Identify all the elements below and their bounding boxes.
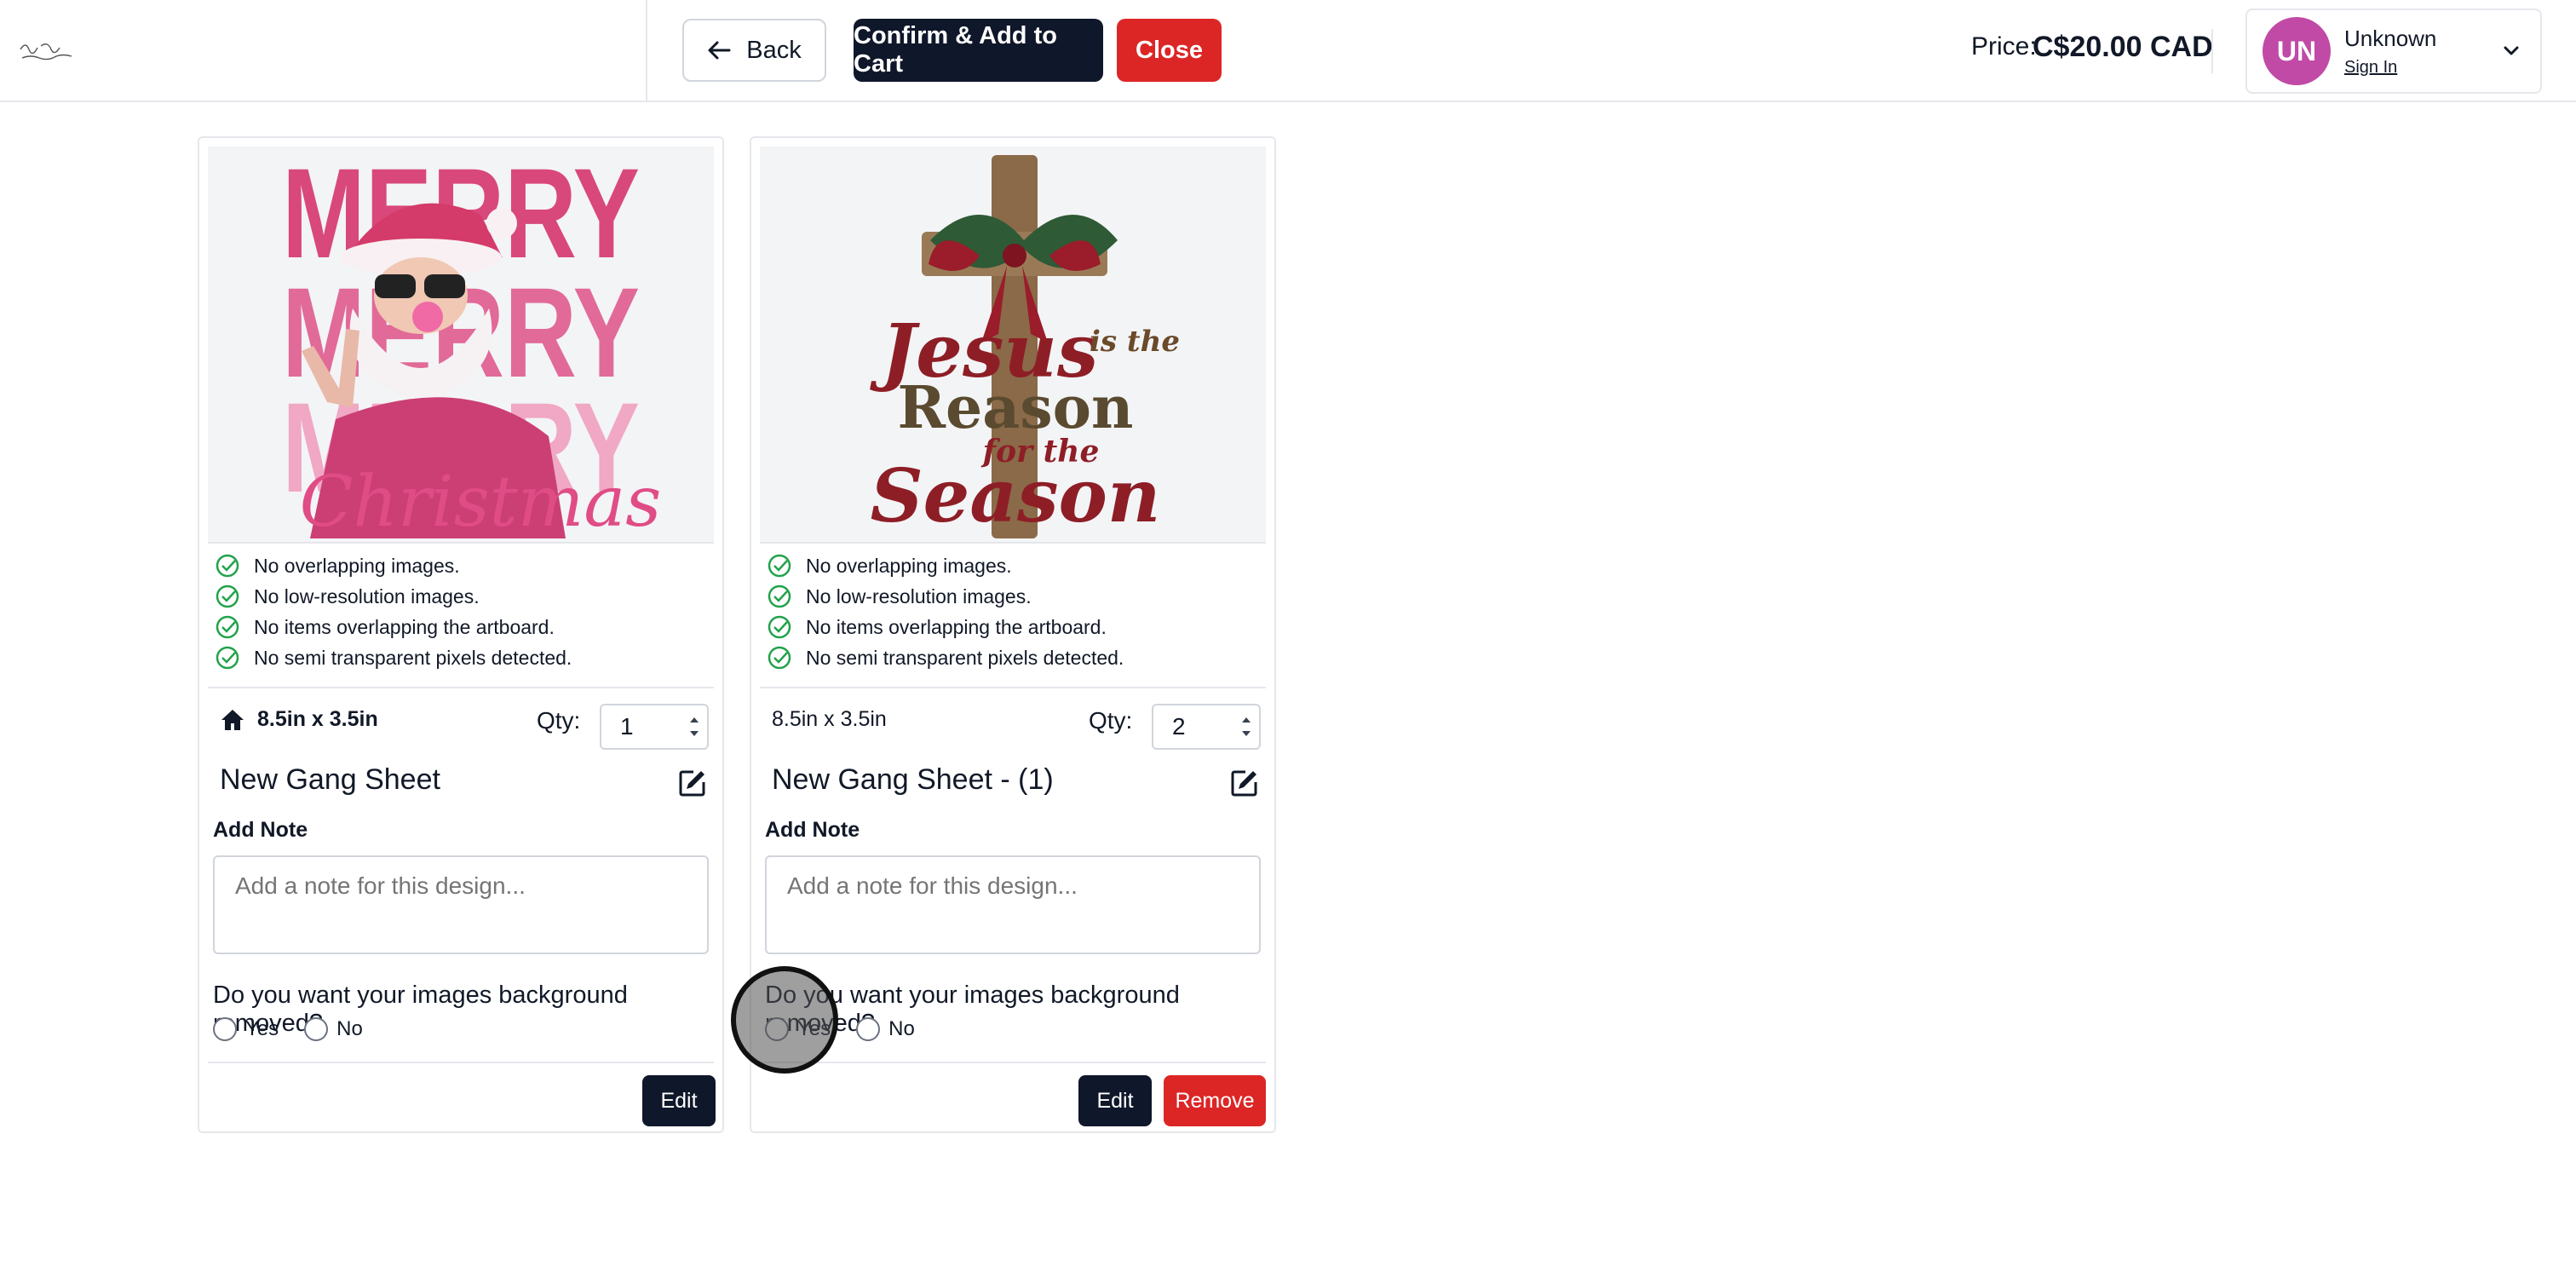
check-item: No items overlapping the artboard. (767, 612, 1124, 642)
close-label: Close (1136, 36, 1203, 64)
price-label: Price: (1971, 32, 2037, 60)
divider (208, 687, 714, 688)
sign-in-link[interactable]: Sign In (2344, 58, 2397, 78)
avatar: UN (2263, 17, 2331, 85)
header-divider (2211, 29, 2213, 73)
click-indicator (731, 966, 838, 1074)
confirm-label: Confirm & Add to Cart (854, 22, 1057, 78)
remove-button[interactable]: Remove (1164, 1075, 1266, 1126)
design-text-is-the: is the (1090, 325, 1180, 359)
check-item: No low-resolution images. (215, 581, 572, 612)
check-circle-icon (216, 554, 239, 578)
divider (760, 687, 1266, 688)
spinner-arrows-icon[interactable] (688, 712, 700, 741)
logo-divider (646, 0, 647, 102)
qty-value: 2 (1172, 713, 1186, 740)
yes-label: Yes (245, 1017, 279, 1040)
validation-checks: No overlapping images. No low-resolution… (767, 550, 1124, 673)
note-textarea[interactable] (213, 855, 709, 954)
check-label: No overlapping images. (254, 554, 460, 577)
add-note-label: Add Note (213, 818, 308, 842)
close-button[interactable]: Close (1117, 19, 1222, 82)
design-title: New Gang Sheet - (1) (772, 763, 1054, 796)
check-label: No items overlapping the artboard. (254, 615, 555, 638)
design-preview: Jesus is the Reason for the Season (760, 147, 1266, 544)
sheet-size-label: 8.5in x 3.5in (772, 707, 887, 731)
spinner-arrows-icon[interactable] (1240, 712, 1252, 741)
divider (208, 1062, 714, 1063)
check-item: No low-resolution images. (767, 581, 1124, 612)
design-text-reason: Reason (898, 374, 1134, 442)
qty-label: Qty: (1089, 707, 1133, 734)
design-text-season: Season (871, 453, 1161, 539)
check-item: No overlapping images. (767, 550, 1124, 581)
bg-removal-options: Yes No (213, 1017, 388, 1041)
top-bar: Back Confirm & Add to Cart Close Price: … (0, 0, 2576, 102)
confirm-add-to-cart-button[interactable]: Confirm & Add to Cart (854, 19, 1103, 82)
check-circle-icon (216, 615, 239, 639)
design-card-2: Jesus is the Reason for the Season No ov… (750, 136, 1276, 1133)
check-circle-icon (216, 584, 239, 608)
back-button[interactable]: Back (682, 19, 826, 82)
check-label: No semi transparent pixels detected. (254, 646, 572, 669)
quantity-stepper[interactable]: 1 (600, 704, 709, 750)
back-label: Back (746, 36, 802, 64)
check-item: No semi transparent pixels detected. (767, 642, 1124, 673)
divider (760, 1062, 1266, 1063)
check-item: No semi transparent pixels detected. (215, 642, 572, 673)
sheet-size: 8.5in x 3.5in (772, 707, 887, 732)
home-icon (221, 709, 244, 730)
edit-title-icon[interactable] (1230, 769, 1259, 797)
chevron-down-icon[interactable] (2501, 41, 2521, 61)
design-card-1: MERRY MERRY MERRY Christmas No (198, 136, 724, 1133)
qty-value: 1 (620, 713, 634, 740)
check-circle-icon (768, 615, 791, 639)
no-label: No (336, 1017, 363, 1040)
check-item: No items overlapping the artboard. (215, 612, 572, 642)
validation-checks: No overlapping images. No low-resolution… (215, 550, 572, 673)
check-label: No low-resolution images. (254, 584, 480, 607)
quantity-stepper[interactable]: 2 (1152, 704, 1261, 750)
price-value: C$20.00 CAD (2033, 31, 2213, 63)
design-text-christmas: Christmas (300, 462, 662, 543)
check-label: No overlapping images. (806, 554, 1012, 577)
check-item: No overlapping images. (215, 550, 572, 581)
sheet-size: 8.5in x 3.5in (220, 707, 378, 732)
qty-label: Qty: (537, 707, 581, 734)
check-label: No items overlapping the artboard. (806, 615, 1107, 638)
user-menu[interactable]: UN Unknown Sign In (2245, 9, 2542, 94)
add-note-label: Add Note (765, 818, 860, 842)
edit-button[interactable]: Edit (642, 1075, 716, 1126)
no-label: No (888, 1017, 915, 1040)
bg-removal-yes-radio[interactable]: Yes (213, 1017, 279, 1041)
edit-title-icon[interactable] (678, 769, 707, 797)
check-circle-icon (768, 646, 791, 670)
design-title: New Gang Sheet (220, 763, 440, 796)
note-textarea[interactable] (765, 855, 1261, 954)
bg-removal-no-radio[interactable]: No (856, 1017, 915, 1041)
arrow-left-icon (708, 41, 731, 60)
brand-logo[interactable] (17, 32, 77, 66)
check-circle-icon (768, 554, 791, 578)
check-circle-icon (768, 584, 791, 608)
user-name: Unknown (2344, 26, 2437, 51)
check-label: No semi transparent pixels detected. (806, 646, 1124, 669)
bg-removal-no-radio[interactable]: No (304, 1017, 363, 1041)
check-label: No low-resolution images. (806, 584, 1032, 607)
design-preview: MERRY MERRY MERRY Christmas (208, 147, 714, 544)
edit-button[interactable]: Edit (1078, 1075, 1152, 1126)
check-circle-icon (216, 646, 239, 670)
sheet-size-label: 8.5in x 3.5in (257, 707, 378, 731)
